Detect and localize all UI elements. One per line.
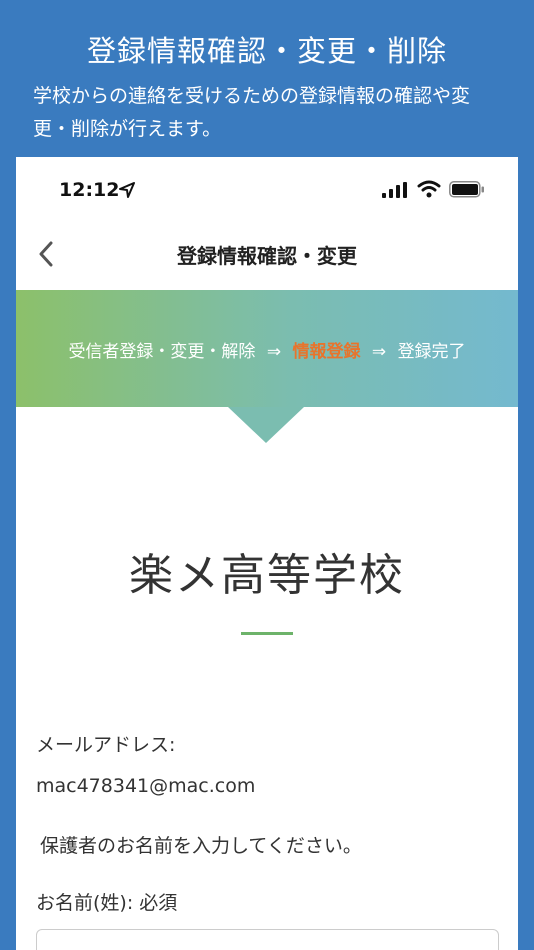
promo-subtitle: 学校からの連絡を受けるための登録情報の確認や変更・削除が行えます。 — [33, 85, 471, 140]
accent-divider — [241, 632, 293, 635]
email-value: mac478341@mac.com — [36, 775, 256, 797]
phone-screen: 12:12 登録情報確認・変更 受信者登録・変更・解除 ⇒ 情報登録 ⇒ 登録完… — [16, 157, 518, 950]
steps-banner: 受信者登録・変更・解除 ⇒ 情報登録 ⇒ 登録完了 — [16, 290, 518, 407]
school-name: 楽メ高等学校 — [129, 550, 405, 601]
email-label: メールアドレス: — [36, 734, 176, 756]
step-arrow: ⇒ — [371, 342, 387, 362]
step-2-active: 情報登録 — [292, 342, 361, 362]
status-time: 12:12 — [59, 179, 120, 201]
lastname-input[interactable] — [36, 929, 499, 950]
battery-icon — [449, 181, 484, 198]
lastname-label: お名前(姓): 必須 — [36, 892, 178, 914]
step-1: 受信者登録・変更・解除 — [68, 342, 256, 362]
name-instruction: 保護者のお名前を入力してください。 — [40, 835, 362, 857]
step-3: 登録完了 — [397, 342, 466, 362]
cellular-signal-icon — [382, 182, 407, 198]
status-bar: 12:12 — [16, 157, 518, 221]
steps-row: 受信者登録・変更・解除 ⇒ 情報登録 ⇒ 登録完了 — [16, 337, 518, 362]
nav-title: 登録情報確認・変更 — [177, 244, 357, 268]
banner-pointer — [228, 407, 304, 443]
step-arrow: ⇒ — [266, 342, 282, 362]
navigation-bar: 登録情報確認・変更 — [16, 221, 518, 289]
location-arrow-icon — [119, 182, 135, 198]
promo-title: 登録情報確認・変更・削除 — [86, 34, 447, 68]
wifi-icon — [417, 180, 441, 198]
